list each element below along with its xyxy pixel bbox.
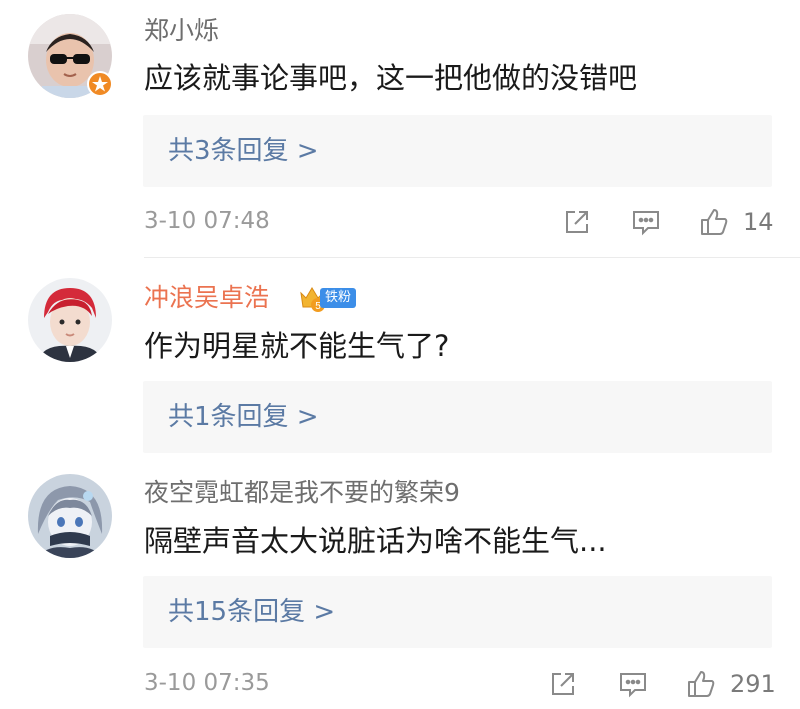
view-replies-link[interactable]: 共3条回复 > <box>168 115 319 187</box>
verified-badge-icon <box>87 71 113 97</box>
timestamp: 3-10 07:48 <box>144 208 270 234</box>
fan-badge[interactable]: 5 铁粉 <box>298 283 357 313</box>
username[interactable]: 夜空霓虹都是我不要的繁荣9 <box>144 478 460 508</box>
like-count: 291 <box>730 670 776 698</box>
like-icon[interactable] <box>685 668 717 700</box>
like-count: 14 <box>743 208 774 236</box>
badge-label: 铁粉 <box>320 288 357 308</box>
share-icon[interactable] <box>547 668 579 700</box>
reply-box[interactable]: 共3条回复 > <box>143 115 772 187</box>
comment-item: 冲浪吴卓浩 5 铁粉 作为明星就不能生气了? 共1条回复 > <box>0 258 800 458</box>
comment-item: 郑小烁 应该就事论事吧，这一把他做的没错吧 共3条回复 > 3-10 07:48 <box>0 0 800 260</box>
view-replies-link[interactable]: 共1条回复 > <box>168 381 319 453</box>
comment-text: 作为明星就不能生气了? <box>144 329 450 363</box>
comment-icon[interactable] <box>617 668 649 700</box>
comment-text: 隔壁声音太大说脏话为啥不能生气... <box>144 524 607 558</box>
share-icon[interactable] <box>561 206 593 238</box>
reply-box[interactable]: 共1条回复 > <box>143 381 772 453</box>
username[interactable]: 冲浪吴卓浩 <box>144 283 269 313</box>
comment-meta: 3-10 07:35 291 <box>0 664 800 704</box>
username[interactable]: 郑小烁 <box>144 16 219 46</box>
avatar[interactable] <box>28 474 112 558</box>
comment-meta: 3-10 07:48 14 <box>0 202 800 242</box>
reply-box[interactable]: 共15条回复 > <box>143 576 772 648</box>
view-replies-link[interactable]: 共15条回复 > <box>168 576 335 648</box>
comment-text: 应该就事论事吧，这一把他做的没错吧 <box>144 61 638 95</box>
comment-icon[interactable] <box>630 206 662 238</box>
timestamp: 3-10 07:35 <box>144 670 270 696</box>
like-icon[interactable] <box>698 206 730 238</box>
comment-item: 夜空霓虹都是我不要的繁荣9 隔壁声音太大说脏话为啥不能生气... 共15条回复 … <box>0 458 800 709</box>
avatar[interactable] <box>28 278 112 362</box>
